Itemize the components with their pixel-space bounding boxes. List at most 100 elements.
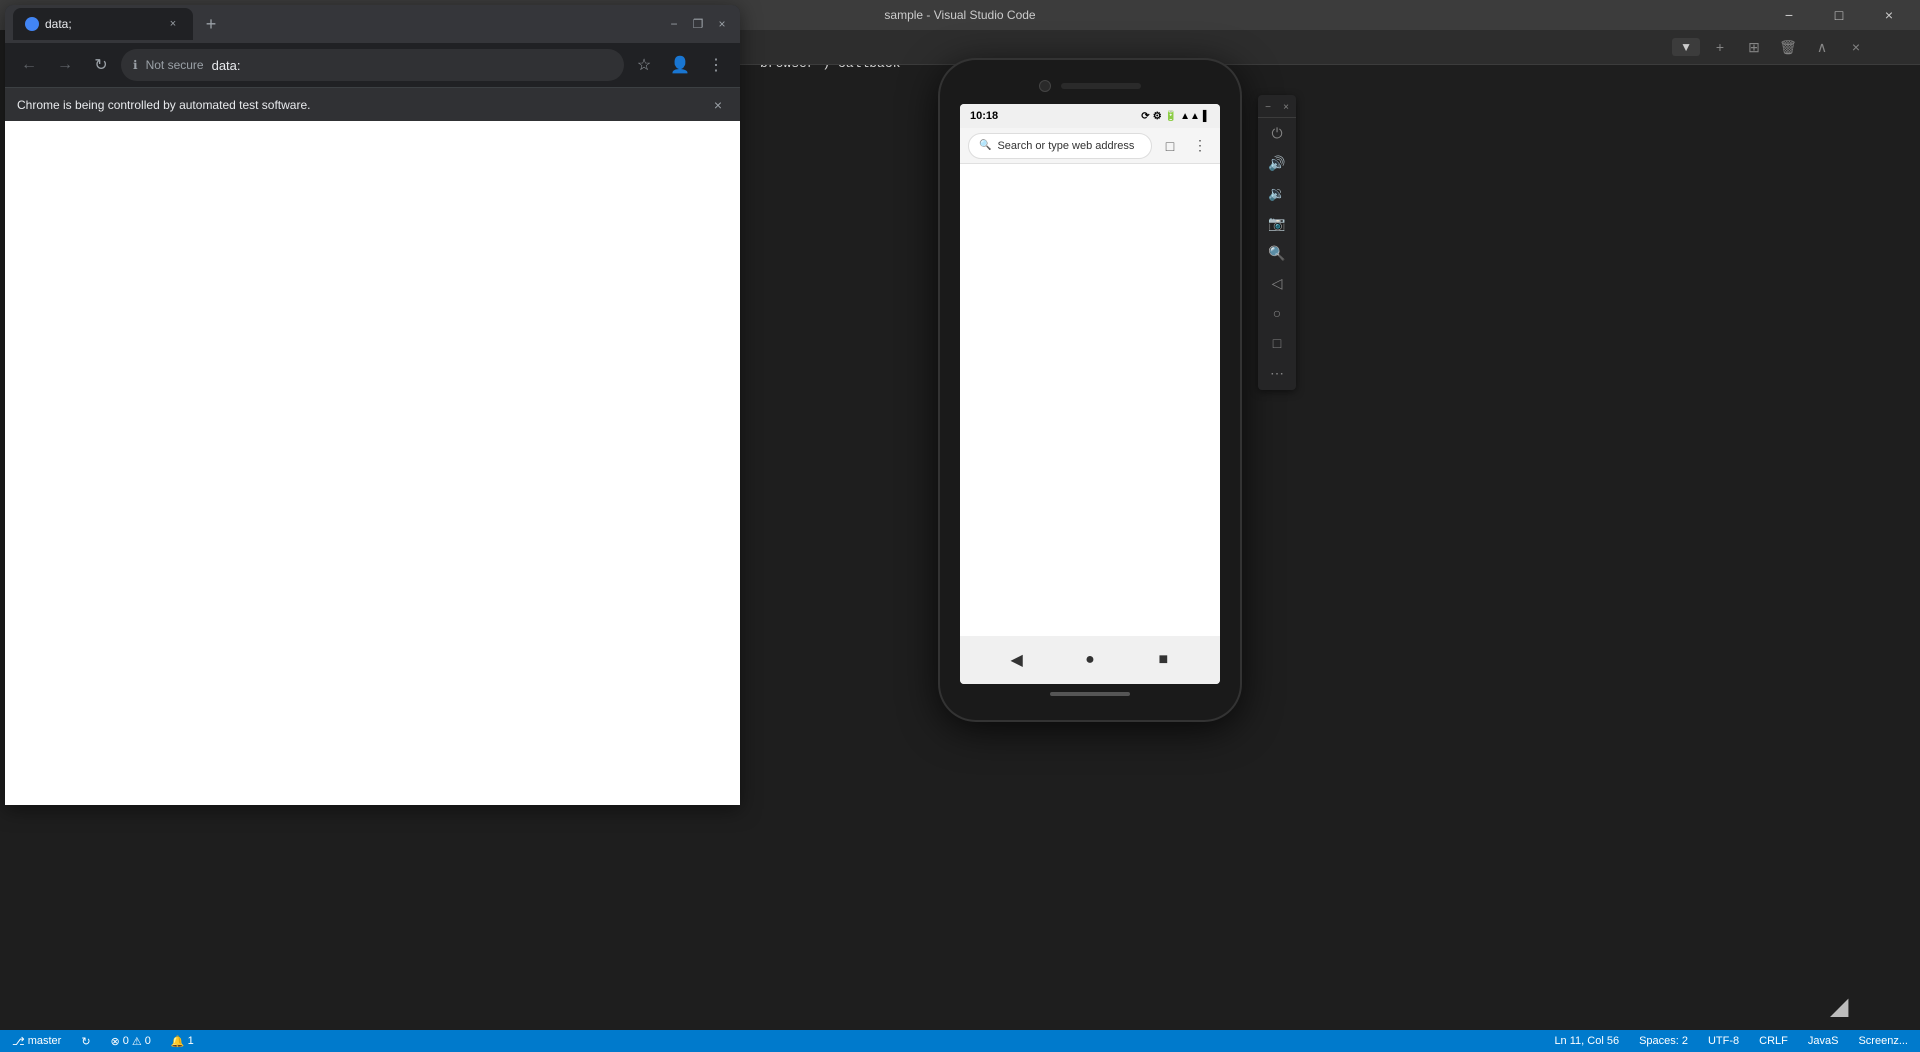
tool-volume-up-btn[interactable]: 🔊: [1262, 148, 1292, 178]
phone-back-btn[interactable]: ◀: [1005, 648, 1029, 672]
chrome-infobar-close-btn[interactable]: ×: [708, 95, 728, 115]
encoding-item[interactable]: UTF-8: [1704, 1030, 1743, 1052]
chrome-close-btn[interactable]: ×: [712, 14, 732, 34]
chrome-security-label: Not secure: [146, 58, 204, 72]
screenshot-label: Screenz...: [1858, 1035, 1908, 1047]
notifications-item[interactable]: 🔔 1: [167, 1030, 198, 1052]
reload-icon: ↻: [94, 55, 107, 75]
git-branch-item[interactable]: ⎇ master: [8, 1030, 65, 1052]
lock-icon: ℹ: [133, 58, 138, 72]
chrome-toolbar: ← → ↻ ℹ Not secure data: ☆ 👤 ⋮: [5, 43, 740, 87]
bookmark-icon: ☆: [637, 55, 651, 75]
tools-minimize-btn[interactable]: −: [1260, 99, 1276, 115]
line-endings-item[interactable]: CRLF: [1755, 1030, 1792, 1052]
screenshot-item[interactable]: Screenz...: [1854, 1030, 1912, 1052]
toolbar-dropdown[interactable]: ▼: [1672, 38, 1700, 56]
phone-menu-btn[interactable]: ⋮: [1188, 134, 1212, 158]
phone-browser-bar: 🔍 Search or type web address □ ⋮: [960, 128, 1220, 164]
warnings-count: 0: [145, 1035, 151, 1047]
bell-icon: 🔔: [171, 1035, 185, 1048]
rotate-icon: ⟳: [1141, 111, 1149, 122]
spaces-label: Spaces: 2: [1639, 1035, 1688, 1047]
sync-icon: ↻: [81, 1035, 90, 1048]
phone-speaker: [1061, 83, 1141, 89]
line-endings-label: CRLF: [1759, 1035, 1788, 1047]
tool-zoom-btn[interactable]: 🔍: [1262, 238, 1292, 268]
errors-item[interactable]: ⊗ 0 ⚠ 0: [107, 1030, 155, 1052]
add-icon: +: [1716, 39, 1724, 55]
phone-address-lock-icon: 🔍: [979, 140, 991, 151]
expand-btn[interactable]: ∧: [1808, 33, 1836, 61]
chrome-url-text: data:: [212, 58, 241, 73]
delete-btn[interactable]: 🗑: [1774, 33, 1802, 61]
phone-status-icons: ⟳ ⚙ 🔋 ▲▲ ▌: [1141, 111, 1210, 122]
chrome-forward-btn[interactable]: →: [49, 49, 81, 81]
chrome-new-tab-btn[interactable]: +: [197, 10, 225, 38]
chrome-address-bar[interactable]: ℹ Not secure data:: [121, 49, 624, 81]
power-icon: ⏻: [1271, 125, 1282, 142]
tool-back-btn[interactable]: ◁: [1262, 268, 1292, 298]
phone-recent-btn[interactable]: ■: [1151, 648, 1175, 672]
phone-tabs-btn[interactable]: □: [1158, 134, 1182, 158]
vscode-top-toolbar: ▼ + ⊞ 🗑 ∧ ×: [740, 30, 1920, 65]
tabs-icon: □: [1166, 138, 1174, 154]
chrome-window-controls: − ❐ ×: [664, 14, 732, 34]
chrome-back-btn[interactable]: ←: [13, 49, 45, 81]
mobile-device-frame: 10:18 ⟳ ⚙ 🔋 ▲▲ ▌ 🔍 Search or type web ad…: [940, 60, 1240, 720]
chrome-content-area: [5, 121, 740, 805]
vscode-maximize-btn[interactable]: □: [1816, 0, 1862, 30]
chrome-minimize-btn[interactable]: −: [664, 14, 684, 34]
zoom-icon: 🔍: [1268, 245, 1285, 262]
chrome-window: data; × + − ❐ × ← → ↻ ℹ Not secure: [5, 5, 740, 805]
chrome-reload-btn[interactable]: ↻: [85, 49, 117, 81]
infobar-text: Chrome is being controlled by automated …: [17, 98, 310, 112]
tool-overview-btn[interactable]: □: [1262, 328, 1292, 358]
phone-top-bar: [950, 80, 1230, 92]
ln-col-item[interactable]: Ln 11, Col 56: [1550, 1030, 1623, 1052]
phone-navbar: ◀ ● ■: [960, 636, 1220, 684]
phone-home-btn[interactable]: ●: [1078, 648, 1102, 672]
git-branch-label: master: [28, 1035, 62, 1047]
home-icon: ○: [1273, 305, 1281, 321]
tool-camera-btn[interactable]: 📷: [1262, 208, 1292, 238]
statusbar-right: Ln 11, Col 56 Spaces: 2 UTF-8 CRLF JavaS…: [1550, 1030, 1912, 1052]
chrome-tab-active[interactable]: data; ×: [13, 8, 193, 40]
overview-icon: □: [1273, 335, 1281, 351]
chrome-more-btn[interactable]: ⋮: [700, 49, 732, 81]
phone-camera: [1039, 80, 1051, 92]
close-icon: ×: [718, 17, 725, 31]
phone-page-content: [960, 164, 1220, 636]
battery-icon: 🔋: [1165, 111, 1177, 122]
tool-power-btn[interactable]: ⏻: [1262, 118, 1292, 148]
git-branch-icon: ⎇: [12, 1035, 25, 1048]
back-icon: ◁: [1272, 275, 1283, 292]
phone-statusbar: 10:18 ⟳ ⚙ 🔋 ▲▲ ▌: [960, 104, 1220, 128]
close-panel-btn[interactable]: ×: [1842, 33, 1870, 61]
chrome-restore-btn[interactable]: ❐: [688, 14, 708, 34]
tools-close-btn[interactable]: ×: [1278, 99, 1294, 115]
split-editor-btn[interactable]: ⊞: [1740, 33, 1768, 61]
back-icon: ←: [21, 56, 37, 74]
git-sync-item[interactable]: ↻: [77, 1030, 94, 1052]
add-btn[interactable]: +: [1706, 33, 1734, 61]
settings-icon: ⚙: [1153, 111, 1162, 122]
chrome-tab-close-btn[interactable]: ×: [165, 16, 181, 32]
expand-icon: ∧: [1817, 39, 1827, 56]
phone-home-indicator: [1050, 692, 1130, 696]
phone-address-bar[interactable]: 🔍 Search or type web address: [968, 133, 1152, 159]
chrome-bookmark-btn[interactable]: ☆: [628, 49, 660, 81]
vscode-minimize-btn[interactable]: −: [1766, 0, 1812, 30]
statusbar-left: ⎇ master ↻ ⊗ 0 ⚠ 0 🔔 1: [8, 1030, 198, 1052]
close-icon: ×: [1852, 39, 1860, 55]
tool-home-btn[interactable]: ○: [1262, 298, 1292, 328]
chrome-profile-btn[interactable]: 👤: [664, 49, 696, 81]
tool-more-btn[interactable]: ⋯: [1262, 358, 1292, 388]
menu-icon: ⋮: [1193, 137, 1207, 154]
ln-col-label: Ln 11, Col 56: [1554, 1035, 1619, 1047]
tool-volume-down-btn[interactable]: 🔉: [1262, 178, 1292, 208]
vscode-close-btn[interactable]: ×: [1866, 0, 1912, 30]
vscode-editor: browser') callback: [740, 30, 1920, 1030]
phone-screen: 10:18 ⟳ ⚙ 🔋 ▲▲ ▌ 🔍 Search or type web ad…: [960, 104, 1220, 684]
language-item[interactable]: JavaS: [1804, 1030, 1843, 1052]
spaces-item[interactable]: Spaces: 2: [1635, 1030, 1692, 1052]
